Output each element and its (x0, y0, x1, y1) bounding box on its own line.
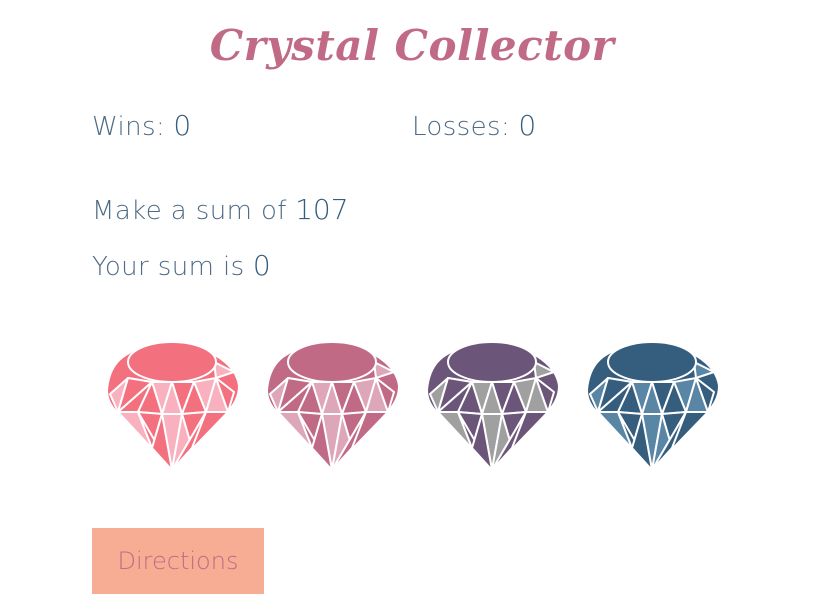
game-title: Crystal Collector (209, 21, 615, 70)
gem-table (607, 341, 697, 383)
crystal-2-button[interactable] (264, 338, 402, 472)
crystal-1-button[interactable] (104, 338, 242, 472)
directions-button[interactable]: Directions (92, 528, 264, 594)
crystal-3-button[interactable] (424, 338, 562, 472)
gem-table (287, 341, 377, 383)
gem-table (127, 341, 217, 383)
gem-icon (108, 341, 238, 471)
target-value: 107 (295, 193, 349, 226)
wins-label: Wins: (92, 112, 166, 142)
sum-value: 0 (252, 249, 271, 282)
losses-counter: Losses: 0 (412, 109, 536, 144)
gem-icon (268, 341, 398, 471)
target-sum: Make a sum of 107 (92, 193, 349, 228)
losses-label: Losses: (412, 112, 511, 142)
gem-table (447, 341, 537, 383)
crystal-4-button[interactable] (584, 338, 722, 472)
gem-icon (428, 341, 558, 471)
crystal-row (104, 338, 724, 472)
current-sum: Your sum is 0 (92, 249, 271, 284)
wins-value: 0 (173, 109, 192, 142)
target-label: Make a sum of (92, 196, 287, 226)
losses-value: 0 (518, 109, 537, 142)
wins-counter: Wins: 0 (92, 109, 191, 144)
gem-icon (588, 341, 718, 471)
sum-label: Your sum is (92, 252, 245, 282)
